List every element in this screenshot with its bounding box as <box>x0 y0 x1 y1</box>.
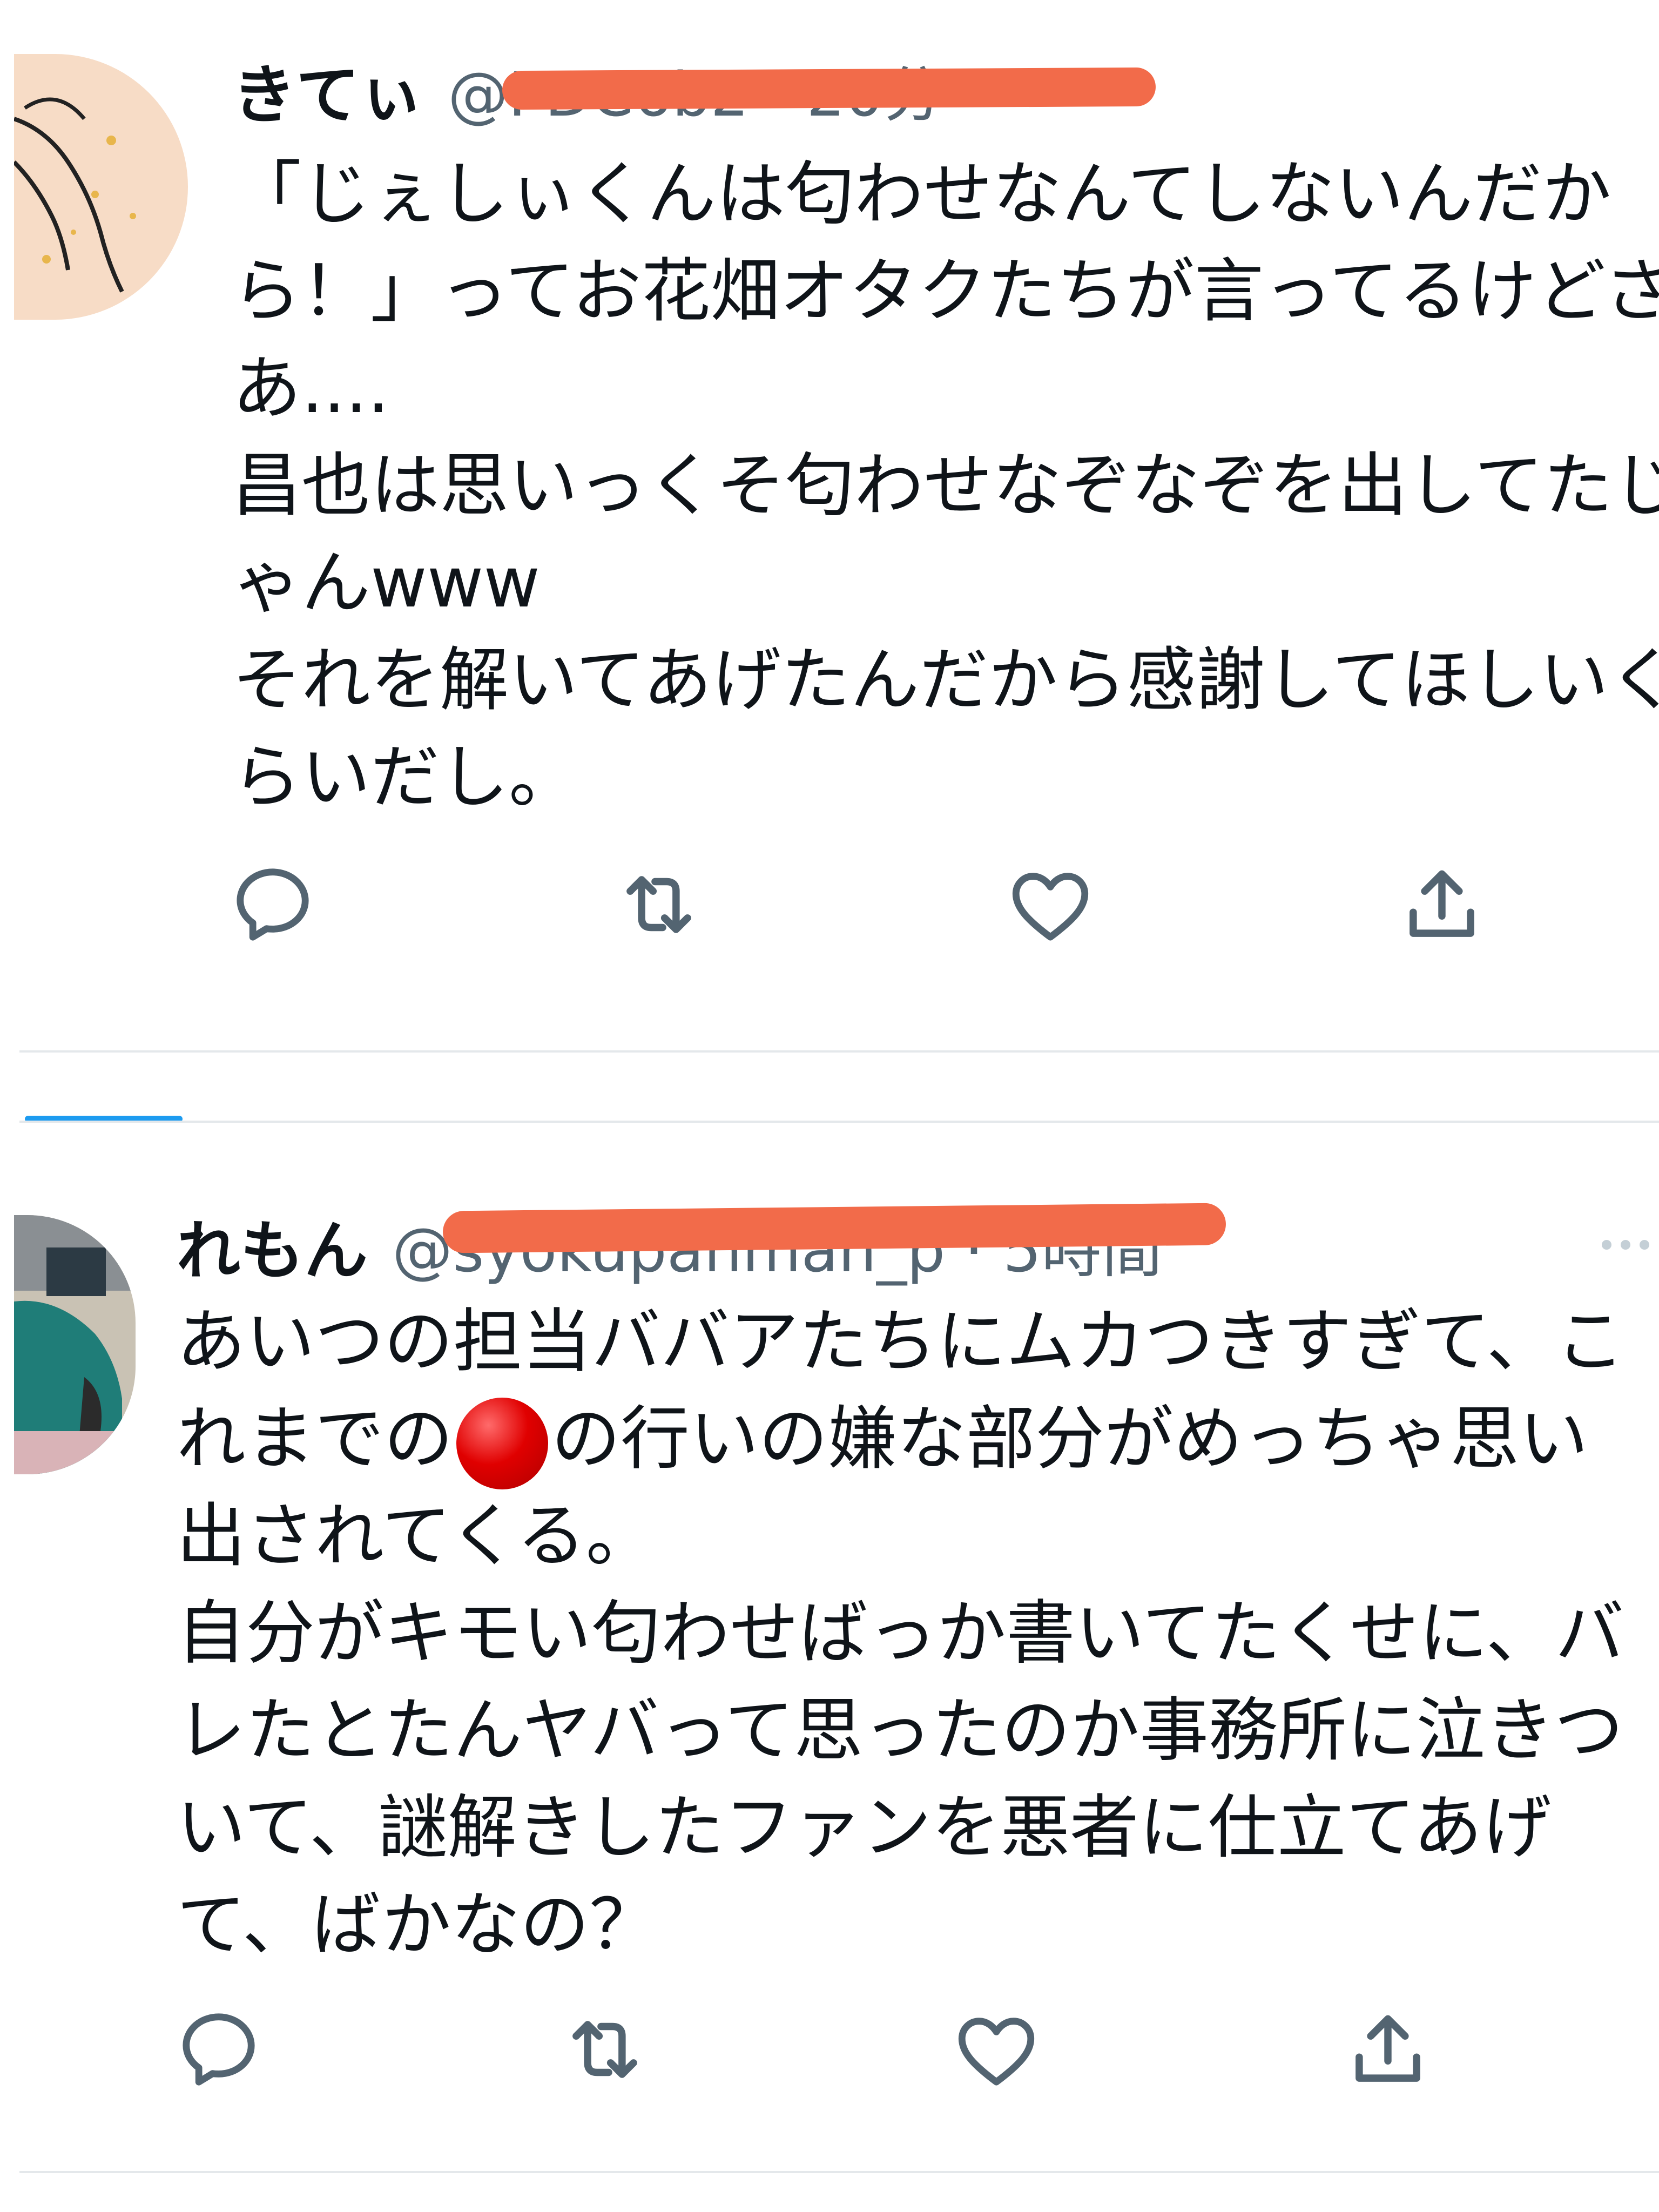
tweet-text-line: ら！」ってお花畑オタクたちが言ってるけどさ <box>232 251 1659 332</box>
retweet-icon <box>572 2021 637 2078</box>
reply-button[interactable] <box>173 2004 265 2095</box>
share-button[interactable] <box>1342 2004 1434 2095</box>
tweet-text-line: いて、謎解きしたファンを悪者に仕立てあげ <box>177 1788 1552 1868</box>
tweet-text-line: あ.... <box>232 348 389 429</box>
divider <box>19 1121 1659 1123</box>
share-icon <box>1410 870 1474 937</box>
tweet-text-line: 「じぇしぃくんは匂わせなんてしないんだか <box>232 154 1611 234</box>
heart-icon <box>958 2018 1035 2086</box>
tweet-text-line: らいだし。 <box>232 737 578 818</box>
redaction-mark <box>502 67 1156 110</box>
tweet-text-fragment: の行いの嫌な部分がめっちゃ思い <box>551 1399 1589 1479</box>
tweet-text: 「じぇしぃくんは匂わせなんてしないんだか ら！」ってお花畑オタクたちが言ってるけ… <box>232 146 1659 826</box>
tweet-text-line: て、ばかなの？ <box>177 1885 659 1965</box>
retweet-icon <box>626 876 691 933</box>
tweet-text-line: れまでの の行いの嫌な部分がめっちゃ思い <box>177 1391 1659 1489</box>
tweet-text-line: あいつの担当ババアたちにムカつきすぎて、こ <box>177 1301 1625 1382</box>
reply-icon <box>237 868 309 941</box>
share-button[interactable] <box>1396 859 1488 950</box>
handle-and-time[interactable]: @syokupanman_p · 5時間 <box>392 1216 1162 1286</box>
avatar-photo <box>14 1215 136 1474</box>
tweet-actions <box>173 2004 1469 2112</box>
avatar[interactable] <box>14 54 188 320</box>
tweet-text-line: レたとたんヤバって思ったのか事務所に泣きつ <box>177 1690 1624 1771</box>
heart-icon <box>1012 873 1089 941</box>
tweet-text-fragment: れまでの <box>177 1399 454 1479</box>
divider <box>19 1050 1659 1053</box>
reply-button[interactable] <box>227 859 319 950</box>
reply-icon <box>183 2013 255 2086</box>
avatar[interactable] <box>14 1215 136 1474</box>
tweet-text-line: 出されてくる。 <box>177 1496 655 1576</box>
more-button[interactable] <box>1599 1237 1653 1253</box>
tweet-header: れもん @syokupanman_p · 5時間 <box>177 1199 1162 1291</box>
red-circle-emoji <box>456 1397 549 1489</box>
tweet-text: あいつの担当ババアたちにムカつきすぎて、こ れまでの の行いの嫌な部分がめっちゃ思… <box>177 1293 1659 1974</box>
like-button[interactable] <box>1004 859 1096 950</box>
tweet-text-line: 自分がキモい匂わせばっか書いてたくせに、バ <box>177 1593 1624 1674</box>
share-icon <box>1355 2015 1420 2082</box>
like-button[interactable] <box>950 2004 1042 2095</box>
tweet-text-line: それを解いてあげたんだから感謝してほしいく <box>232 640 1659 720</box>
tweet-text-line: 昌也は思いっくそ匂わせなぞなぞを出してたじ <box>232 446 1659 526</box>
retweet-button[interactable] <box>559 2004 651 2095</box>
divider <box>19 2171 1659 2173</box>
redaction-mark <box>442 1203 1226 1253</box>
display-name[interactable]: きてぃ <box>232 58 423 132</box>
tweet-text-line: ゃんwww <box>232 543 541 623</box>
tweet[interactable]: きてぃ @PDC6b2 · 20分 「じぇしぃくんは匂わせなんてしないんだか ら… <box>0 0 1659 1058</box>
retweet-button[interactable] <box>613 859 705 950</box>
avatar-illustration <box>14 54 188 320</box>
more-icon <box>1602 1240 1649 1250</box>
tweet-actions <box>227 859 1523 967</box>
display-name[interactable]: れもん <box>177 1213 368 1288</box>
